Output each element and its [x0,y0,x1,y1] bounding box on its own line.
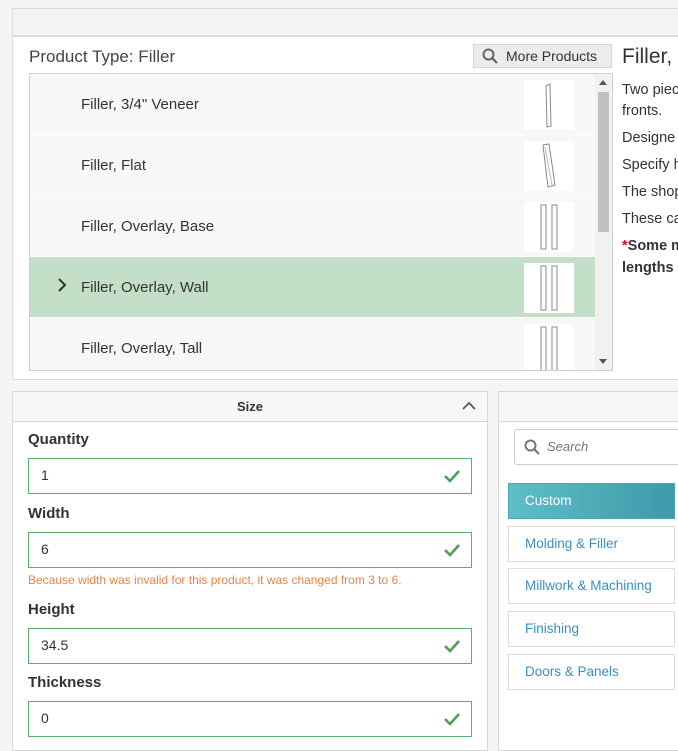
height-label: Height [28,601,75,618]
size-panel-title: Size [236,399,263,414]
thickness-label: Thickness [28,674,102,691]
product-item-label: Filler, Overlay, Tall [81,340,203,357]
width-warning: Because width was invalid for this produ… [28,573,402,587]
description-line: Specify h [622,157,678,173]
quantity-input[interactable] [41,467,421,483]
check-icon [443,638,461,659]
more-products-button[interactable]: More Products [473,44,612,68]
description-line: The shop [622,184,678,200]
description-note: *Some m [622,238,678,254]
width-field[interactable] [28,532,472,568]
category-finishing[interactable]: Finishing [508,611,675,647]
category-search-input[interactable] [547,439,678,454]
category-search-box[interactable] [514,429,678,465]
product-item-label: Filler, Overlay, Base [81,218,215,235]
product-thumbnail [524,80,574,130]
product-panel: Product Type: Filler More Products Fille… [12,36,678,380]
scrollbar-thumb[interactable] [598,92,609,232]
description-title: Filler, [622,45,673,68]
category-molding-filler[interactable]: Molding & Filler [508,526,675,562]
product-type-title: Product Type: Filler [29,47,176,66]
product-item-label: Filler, Overlay, Wall [81,279,209,296]
quantity-label: Quantity [28,431,89,448]
product-item-label: Filler, Flat [81,157,147,174]
scroll-down-icon[interactable] [599,359,607,364]
category-panel-header [499,392,678,422]
height-input[interactable] [41,637,421,653]
product-item-label: Filler, 3/4" Veneer [81,96,199,113]
product-item[interactable]: Filler, 3/4" Veneer [30,74,596,135]
check-icon [443,711,461,732]
category-millwork-machining[interactable]: Millwork & Machining [508,568,675,604]
width-label: Width [28,505,70,522]
description-line: fronts. [622,103,663,119]
description-line: Designe [622,130,676,146]
check-icon [443,542,461,563]
size-panel-header[interactable]: Size [13,392,487,422]
product-thumbnail [524,141,574,191]
category-panel: Custom Molding & Filler Millwork & Machi… [498,391,678,751]
top-bar [12,8,678,36]
category-doors-panels[interactable]: Doors & Panels [508,654,675,690]
product-item[interactable]: Filler, Overlay, Tall [30,318,596,370]
product-list[interactable]: Filler, 3/4" Veneer Filler, Flat Filler,… [29,73,613,371]
description-line: Two piec [622,82,678,98]
product-list-scrollbar[interactable] [595,74,612,370]
chevron-right-icon [57,277,67,298]
height-field[interactable] [28,628,472,664]
product-item-selected[interactable]: Filler, Overlay, Wall [30,257,596,318]
thickness-field[interactable] [28,701,472,737]
product-thumbnail [524,202,574,252]
chevron-up-icon[interactable] [461,398,477,416]
check-icon [443,468,461,489]
width-input[interactable] [41,541,421,557]
search-icon [482,48,498,64]
product-thumbnail [524,324,574,370]
size-panel: Size Quantity Width Because width was in… [12,391,488,751]
quantity-field[interactable] [28,458,472,494]
category-custom[interactable]: Custom [508,483,675,519]
product-item[interactable]: Filler, Flat [30,135,596,196]
thickness-input[interactable] [41,710,421,726]
search-icon [524,439,540,460]
product-item[interactable]: Filler, Overlay, Base [30,196,596,257]
scroll-up-icon[interactable] [599,80,607,85]
description-line: These ca [622,211,678,227]
product-thumbnail [524,263,574,313]
description-note: lengths [622,260,674,276]
more-products-label: More Products [506,48,598,64]
